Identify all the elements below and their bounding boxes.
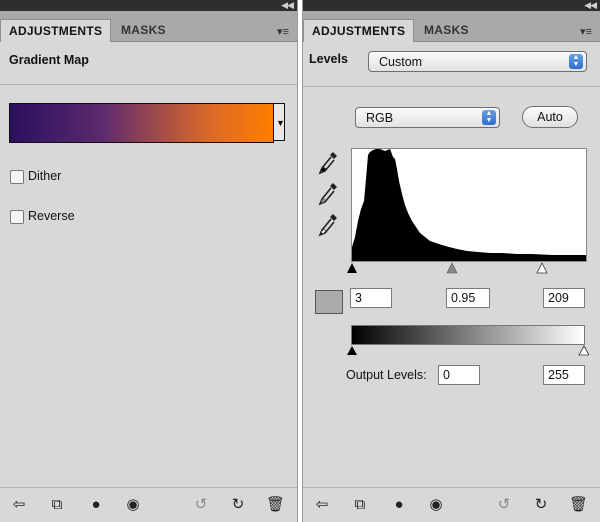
dither-label: Dither bbox=[28, 169, 62, 183]
reset-icon[interactable]: ↻ bbox=[532, 496, 550, 514]
panel-menu-icon[interactable]: ▾≡ bbox=[580, 27, 594, 38]
preset-dropdown[interactable]: Custom ▲ ▼ bbox=[368, 51, 587, 72]
panel-tab-bar: ADJUSTMENTS MASKS ▾≡ bbox=[0, 11, 297, 42]
channel-value: RGB bbox=[366, 111, 394, 125]
black-output-slider bbox=[347, 346, 357, 355]
clip-layer-icon[interactable]: ● bbox=[390, 496, 408, 514]
histogram-shape bbox=[352, 149, 586, 261]
input-black-field[interactable]: 3 bbox=[350, 288, 392, 308]
output-gradient-bar bbox=[351, 325, 585, 345]
panel-title-strip: ◀◀ bbox=[303, 0, 600, 11]
divider bbox=[303, 86, 600, 87]
back-arrow-icon[interactable]: ⇦ bbox=[313, 496, 331, 514]
auto-button[interactable]: Auto bbox=[522, 106, 578, 128]
adjustment-title: Gradient Map bbox=[9, 53, 89, 67]
reverse-label: Reverse bbox=[28, 209, 75, 223]
reset-icon[interactable]: ↻ bbox=[229, 496, 247, 514]
view-previous-icon[interactable]: ↺ bbox=[192, 496, 210, 514]
levels-panel: ◀◀ ADJUSTMENTS MASKS ▾≡ Levels Custom ▲ ▼… bbox=[302, 0, 600, 522]
output-black-field[interactable]: 0 bbox=[438, 365, 480, 385]
tab-masks[interactable]: MASKS bbox=[416, 19, 477, 41]
trash-icon[interactable]: 🗑 bbox=[266, 496, 285, 514]
panel-title-strip: ◀◀ bbox=[0, 0, 297, 11]
gradient-preview[interactable] bbox=[9, 103, 274, 143]
tab-masks[interactable]: MASKS bbox=[113, 19, 174, 41]
clip-layer-icon[interactable]: ● bbox=[87, 496, 105, 514]
trash-icon[interactable]: 🗑 bbox=[569, 496, 588, 514]
panel-tab-bar: ADJUSTMENTS MASKS ▾≡ bbox=[303, 11, 600, 42]
stepper-arrows-icon: ▲ ▼ bbox=[569, 54, 583, 69]
view-previous-icon[interactable]: ↺ bbox=[495, 496, 513, 514]
input-gamma-field[interactable]: 0.95 bbox=[446, 288, 490, 308]
collapse-icon[interactable]: ◀◀ bbox=[584, 1, 597, 10]
white-output-slider bbox=[578, 345, 589, 356]
channel-dropdown[interactable]: RGB ▲ ▼ bbox=[355, 107, 500, 128]
tab-adjustments[interactable]: ADJUSTMENTS bbox=[0, 19, 112, 42]
expand-view-icon[interactable]: ⧉ bbox=[351, 496, 369, 514]
gamma-input-slider bbox=[446, 262, 458, 274]
gradient-picker-button[interactable]: ▼ bbox=[273, 103, 285, 141]
reverse-checkbox[interactable] bbox=[10, 210, 24, 224]
output-levels-label: Output Levels: bbox=[346, 368, 427, 382]
panel-menu-icon[interactable]: ▾≡ bbox=[277, 27, 291, 38]
dropdown-arrow-icon: ▼ bbox=[276, 118, 285, 128]
back-arrow-icon[interactable]: ⇦ bbox=[10, 496, 28, 514]
white-input-slider bbox=[536, 262, 548, 274]
dither-checkbox[interactable] bbox=[10, 170, 24, 184]
input-white-field[interactable]: 209 bbox=[543, 288, 585, 308]
input-slider-track[interactable] bbox=[347, 262, 589, 276]
panel-bottom-bar: ⇦ ⧉ ● ◉ ↺ ↻ 🗑 bbox=[303, 487, 600, 522]
output-slider-track[interactable] bbox=[347, 345, 589, 357]
stepper-arrows-icon: ▲ ▼ bbox=[482, 110, 496, 125]
expand-view-icon[interactable]: ⧉ bbox=[48, 496, 66, 514]
visibility-eye-icon[interactable]: ◉ bbox=[427, 496, 445, 514]
white-point-eyedropper-icon[interactable] bbox=[317, 212, 339, 238]
gray-point-eyedropper-icon[interactable] bbox=[317, 181, 339, 207]
tab-adjustments[interactable]: ADJUSTMENTS bbox=[303, 19, 415, 42]
adjustment-title: Levels bbox=[309, 52, 348, 66]
visibility-eye-icon[interactable]: ◉ bbox=[124, 496, 142, 514]
preset-value: Custom bbox=[379, 55, 423, 69]
gradient-map-panel: ◀◀ ADJUSTMENTS MASKS ▾≡ Gradient Map ▼ D… bbox=[0, 0, 298, 522]
histogram bbox=[351, 148, 587, 262]
output-white-field[interactable]: 255 bbox=[543, 365, 585, 385]
collapse-icon[interactable]: ◀◀ bbox=[281, 1, 294, 10]
black-input-slider bbox=[347, 263, 357, 273]
clipping-warning-icon[interactable] bbox=[315, 290, 343, 314]
panel-bottom-bar: ⇦ ⧉ ● ◉ ↺ ↻ 🗑 bbox=[0, 487, 297, 522]
divider bbox=[0, 84, 297, 85]
black-point-eyedropper-icon[interactable] bbox=[317, 150, 339, 176]
